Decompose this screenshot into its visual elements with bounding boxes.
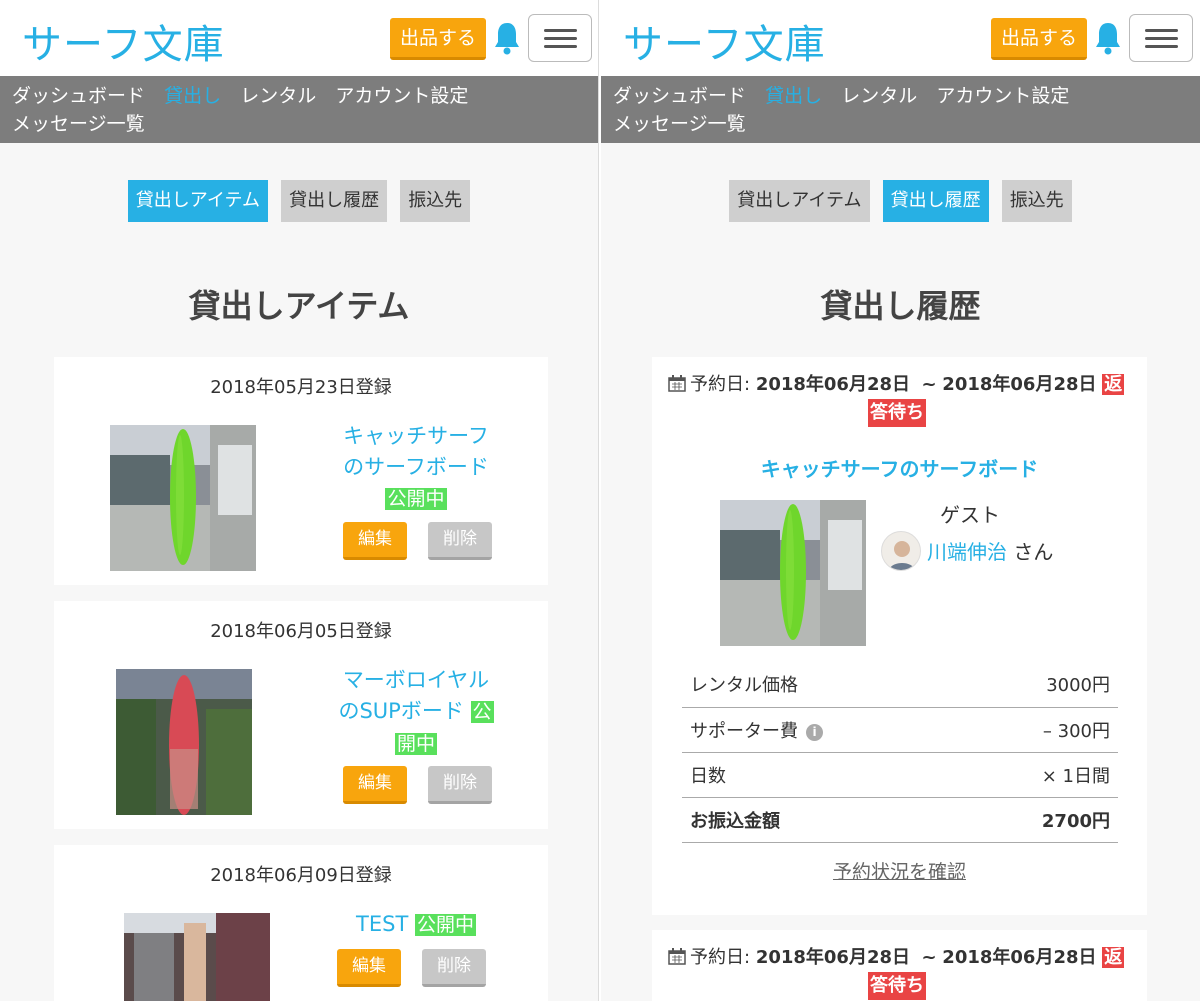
delete-button[interactable]: 削除 [428, 766, 492, 804]
reservation-card: 予約日: 2018年06月28日 ~ 2018年06月28日 返 答待ち キャッ… [652, 357, 1147, 915]
reservation-card: 予約日: 2018年06月28日 ~ 2018年06月28日 返 答待ち [652, 930, 1147, 1001]
public-status-badge: 公開中 [414, 914, 476, 936]
nav-messages[interactable]: メッセージ一覧 [12, 110, 145, 138]
edit-button[interactable]: 編集 [343, 522, 407, 560]
nav-rental[interactable]: レンタル [841, 82, 917, 110]
registered-date: 2018年06月05日登録 [210, 621, 392, 642]
list-item-button[interactable]: 出品する [390, 18, 487, 60]
nav-dashboard[interactable]: ダッシュボード [12, 82, 145, 110]
surfboard-photo[interactable] [110, 425, 256, 571]
reservation-dates: 予約日: 2018年06月28日 ~ 2018年06月28日 返 答待ち [668, 944, 1128, 1000]
right-screen: サーフ文庫 出品する ダッシュボード 貸出し レンタル アカウント設定 メッセー… [601, 0, 1200, 1001]
public-status-badge: 公開中 [385, 488, 447, 510]
hamburger-menu-button[interactable] [1129, 14, 1193, 62]
row-value: 3000円 [960, 662, 1118, 708]
calendar-icon [668, 948, 686, 965]
bell-icon[interactable] [1093, 20, 1123, 56]
site-logo[interactable]: サーフ文庫 [623, 12, 826, 70]
tab-lending-items[interactable]: 貸出しアイテム [729, 180, 870, 222]
nav-rental[interactable]: レンタル [240, 82, 316, 110]
public-status-badge: 開中 [394, 733, 437, 755]
row-value: 2700円 [960, 797, 1118, 843]
row-label: 日数 [682, 752, 961, 798]
table-row: レンタル価格 3000円 [682, 662, 1118, 708]
check-reservation-link[interactable]: 予約状況を確認 [652, 857, 1147, 884]
tab-payout-account[interactable]: 振込先 [400, 180, 471, 222]
payment-breakdown-table: レンタル価格 3000円 サポーター費 i – 300円 日数 × 1日間 お振込… [682, 662, 1118, 843]
item-title[interactable]: キャッチサーフ のサーフボード 公開中 [326, 421, 506, 515]
rental-item-title[interactable]: キャッチサーフのサーフボード [652, 453, 1147, 482]
nav-account-settings[interactable]: アカウント設定 [335, 82, 468, 110]
list-item-button[interactable]: 出品する [991, 18, 1088, 60]
edit-button[interactable]: 編集 [337, 949, 401, 987]
tab-payout-account[interactable]: 振込先 [1001, 180, 1072, 222]
bell-icon[interactable] [492, 20, 522, 56]
sup-board-photo[interactable] [116, 669, 252, 815]
delete-button[interactable]: 削除 [422, 949, 486, 987]
awaiting-reply-badge: 答待ち [868, 399, 926, 427]
table-row: お振込金額 2700円 [682, 797, 1118, 843]
site-logo[interactable]: サーフ文庫 [22, 12, 225, 70]
awaiting-reply-badge: 返 [1102, 374, 1125, 395]
nav-dashboard[interactable]: ダッシュボード [613, 82, 746, 110]
item-card: 2018年05月23日登録 キャッチサーフ のサーフボード 公開中 編集 削除 [54, 357, 548, 585]
main-nav: ダッシュボード 貸出し レンタル アカウント設定 メッセージ一覧 [0, 76, 598, 143]
guest-label: ゲスト [940, 503, 1000, 527]
awaiting-reply-badge: 答待ち [868, 972, 926, 1000]
tab-lending-items[interactable]: 貸出しアイテム [127, 180, 268, 222]
guest-name: 川端伸治 さん [927, 540, 1054, 564]
row-label: サポーター費 i [682, 707, 961, 753]
nav-account-settings[interactable]: アカウント設定 [936, 82, 1069, 110]
surfboard-photo[interactable] [720, 500, 866, 646]
hamburger-menu-button[interactable] [528, 14, 592, 62]
awaiting-reply-badge: 返 [1102, 947, 1125, 968]
guest-avatar[interactable] [881, 531, 921, 571]
row-label: お振込金額 [682, 797, 961, 843]
item-title[interactable]: TEST 公開中 [326, 909, 506, 941]
registered-date: 2018年06月09日登録 [210, 865, 392, 886]
calendar-icon [668, 375, 686, 392]
table-row: サポーター費 i – 300円 [682, 707, 1118, 753]
public-status-badge: 公 [470, 701, 494, 723]
row-label: レンタル価格 [682, 662, 961, 708]
main-nav: ダッシュボード 貸出し レンタル アカウント設定 メッセージ一覧 [601, 76, 1200, 143]
item-card: 2018年06月09日登録 TEST 公開中 編集 削除 [54, 845, 548, 1001]
row-value: – 300円 [960, 707, 1118, 753]
lending-tabs: 貸出しアイテム 貸出し履歴 振込先 [601, 180, 1200, 222]
nav-lending[interactable]: 貸出し [765, 82, 822, 110]
edit-button[interactable]: 編集 [343, 766, 407, 804]
item-photo[interactable] [124, 913, 270, 1001]
registered-date: 2018年05月23日登録 [210, 377, 392, 398]
page-title: 貸出しアイテム [188, 287, 410, 325]
tab-lending-history[interactable]: 貸出し履歴 [281, 180, 388, 222]
left-screen: サーフ文庫 出品する ダッシュボード 貸出し レンタル アカウント設定 メッセー… [0, 0, 599, 1001]
item-title[interactable]: マーボロイヤル のSUPボード 公 開中 [326, 665, 506, 760]
table-row: 日数 × 1日間 [682, 752, 1118, 798]
top-header: サーフ文庫 出品する [601, 0, 1200, 76]
nav-lending[interactable]: 貸出し [164, 82, 221, 110]
guest-profile-link[interactable]: 川端伸治 [927, 540, 1007, 564]
top-header: サーフ文庫 出品する [0, 0, 598, 76]
item-card: 2018年06月05日登録 マーボロイヤル のSUPボード 公 開中 編集 削除 [54, 601, 548, 829]
delete-button[interactable]: 削除 [428, 522, 492, 560]
row-value: × 1日間 [960, 752, 1118, 798]
tab-lending-history[interactable]: 貸出し履歴 [882, 180, 989, 222]
page-title: 貸出し履歴 [820, 287, 981, 325]
lending-tabs: 貸出しアイテム 貸出し履歴 振込先 [0, 180, 598, 222]
reservation-dates: 予約日: 2018年06月28日 ~ 2018年06月28日 返 答待ち [668, 371, 1128, 427]
nav-messages[interactable]: メッセージ一覧 [613, 110, 746, 138]
info-icon[interactable]: i [806, 723, 823, 741]
